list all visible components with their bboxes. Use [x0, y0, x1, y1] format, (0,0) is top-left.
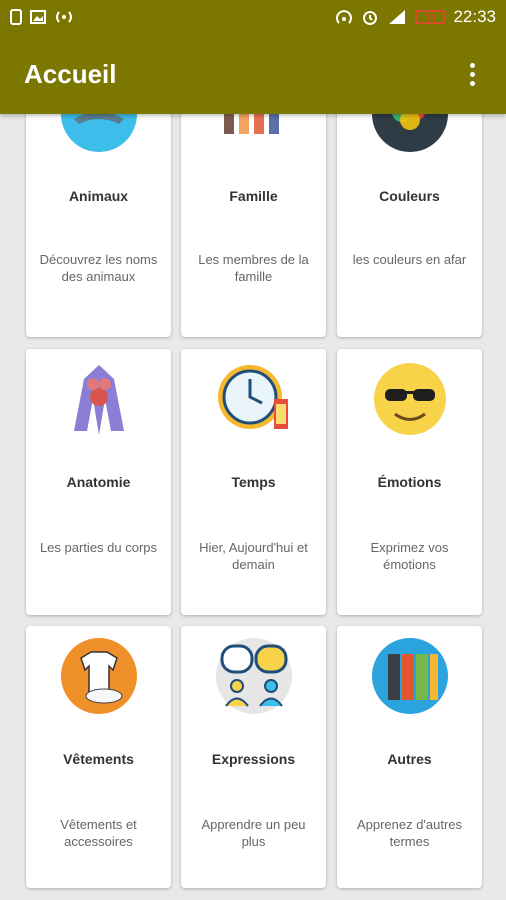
page-title: Accueil [24, 58, 117, 89]
sim-icon [10, 9, 22, 25]
card-title: Temps [231, 474, 276, 490]
status-bar: 10 22:33 [0, 0, 506, 34]
card-title: Expressions [211, 751, 296, 767]
hotspot-icon [336, 10, 353, 24]
card-description: Les membres de la famille [198, 252, 309, 284]
card-description: Découvrez les noms des animaux [39, 252, 158, 284]
card-description: Vêtements et accessoires [60, 817, 137, 849]
alarm-icon [363, 11, 378, 25]
family-icon [223, 114, 279, 134]
broadcast-icon [56, 11, 72, 23]
card-description: Hier, Aujourd'hui et demain [199, 540, 308, 572]
card-description: Apprendre un peu plus [201, 817, 306, 849]
card-expressions[interactable]: Expressions Apprendre un peu plus [181, 626, 326, 888]
overflow-menu-button[interactable] [462, 59, 482, 89]
image-icon [30, 10, 46, 24]
card-anatomie[interactable]: Anatomie Les parties du corps [26, 349, 171, 615]
card-temps[interactable]: Temps Hier, Aujourd'hui et demain [181, 349, 326, 615]
category-grid: Animaux Découvrez les noms des animaux F… [0, 114, 506, 900]
card-emotions[interactable]: Émotions Exprimez vos émotions [337, 349, 482, 615]
clothes-icon [60, 638, 137, 714]
card-title: Couleurs [379, 188, 440, 204]
card-title: Émotions [377, 474, 442, 490]
color-circles-icon [371, 114, 448, 152]
clock-time: 22:33 [453, 7, 496, 26]
card-title: Anatomie [66, 474, 131, 490]
card-title: Vêtements [63, 751, 134, 767]
card-description: les couleurs en afar [352, 252, 467, 267]
app-bar: Accueil [0, 34, 506, 114]
battery-icon: 10 [415, 10, 446, 24]
card-description: Exprimez vos émotions [370, 540, 449, 572]
card-vetements[interactable]: Vêtements Vêtements et accessoires [26, 626, 171, 888]
card-description: Apprenez d'autres termes [356, 817, 463, 849]
card-couleurs[interactable]: Couleurs les couleurs en afar [337, 114, 482, 337]
card-title: Animaux [68, 188, 129, 204]
clock-icon [217, 365, 288, 429]
card-title: Autres [387, 751, 432, 767]
card-autres[interactable]: Autres Apprenez d'autres termes [337, 626, 482, 888]
chat-people-icon [215, 638, 292, 714]
card-famille[interactable]: Famille Les membres de la famille [181, 114, 326, 337]
anatomy-icon [73, 365, 124, 435]
shark-icon [60, 114, 137, 152]
signal-icon [389, 10, 406, 24]
card-animaux[interactable]: Animaux Découvrez les noms des animaux [26, 114, 171, 337]
binders-icon [371, 638, 448, 714]
card-description: Les parties du corps [39, 540, 158, 555]
card-title: Famille [229, 188, 278, 204]
emoji-sunglasses-icon [373, 363, 446, 435]
